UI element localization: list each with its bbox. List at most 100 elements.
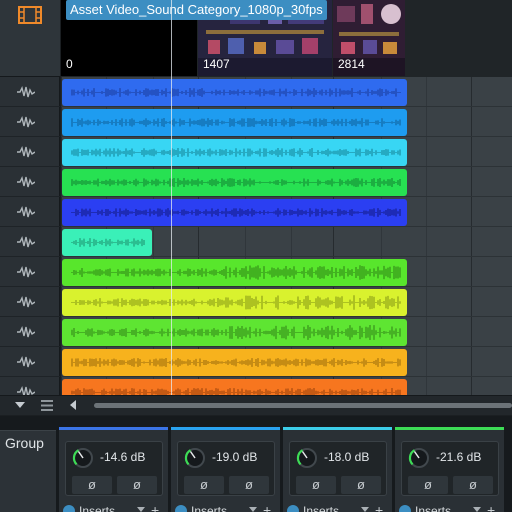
phase-invert-button[interactable]: ø [296, 476, 336, 494]
audio-clip[interactable] [62, 199, 407, 226]
waveform-icon [17, 116, 35, 128]
track-header[interactable] [0, 318, 60, 347]
playhead-cursor[interactable] [171, 0, 172, 395]
mixer-channel-strip: -21.6 dB ø ø Inserts + [395, 427, 504, 512]
power-icon[interactable] [287, 505, 299, 512]
volume-knob-icon[interactable] [408, 447, 430, 469]
volume-panel: -14.6 dB ø ø [65, 441, 163, 496]
channel-color-bar [395, 427, 504, 430]
group-panel[interactable]: Group [0, 430, 56, 512]
volume-value[interactable]: -18.0 dB [324, 450, 369, 464]
waveform-icon [17, 86, 35, 98]
audio-clip[interactable] [62, 139, 407, 166]
phase-invert-button[interactable]: ø [117, 476, 157, 494]
frame-marker: 0 [66, 57, 73, 71]
track-header[interactable] [0, 198, 60, 227]
volume-value[interactable]: -21.6 dB [436, 450, 481, 464]
video-clip[interactable]: 0 1407 2814 Asset Video_Sound Category_1… [61, 0, 512, 77]
list-icon[interactable] [41, 400, 53, 411]
volume-knob-icon[interactable] [72, 447, 94, 469]
waveform-icon [17, 326, 35, 338]
channel-color-bar [59, 427, 168, 430]
video-clip-title: Asset Video_Sound Category_1080p_30fps [66, 0, 327, 20]
film-icon [18, 6, 42, 24]
power-icon[interactable] [399, 505, 411, 512]
audio-clip[interactable] [62, 259, 407, 286]
chevron-down-icon[interactable] [361, 507, 369, 512]
volume-panel: -19.0 dB ø ø [177, 441, 275, 496]
clip-waveform [71, 325, 401, 340]
volume-value[interactable]: -14.6 dB [100, 450, 145, 464]
track-header-column [0, 0, 60, 407]
volume-panel: -18.0 dB ø ø [289, 441, 387, 496]
clip-waveform [71, 178, 401, 187]
track-header[interactable] [0, 288, 60, 317]
inserts-row[interactable]: Inserts + [395, 502, 504, 512]
timeline-scrollbar-row [0, 395, 512, 415]
frame-marker: 1407 [203, 57, 230, 71]
arrangement-timeline[interactable]: 0 1407 2814 Asset Video_Sound Category_1… [61, 0, 512, 395]
phase-invert-button[interactable]: ø [408, 476, 448, 494]
phase-invert-button[interactable]: ø [72, 476, 112, 494]
audio-clip[interactable] [62, 319, 407, 346]
clip-waveform [71, 148, 401, 157]
power-icon[interactable] [63, 505, 75, 512]
add-insert-button[interactable]: + [487, 502, 495, 512]
phase-invert-button[interactable]: ø [341, 476, 381, 494]
add-insert-button[interactable]: + [151, 502, 159, 512]
chevron-down-icon[interactable] [137, 507, 145, 512]
inserts-label: Inserts [191, 504, 228, 512]
channel-color-bar [171, 427, 280, 430]
clip-waveform [71, 358, 401, 367]
track-header[interactable] [0, 258, 60, 287]
audio-clip[interactable] [62, 229, 152, 256]
inserts-row[interactable]: Inserts + [59, 502, 168, 512]
video-track-header[interactable] [0, 0, 60, 77]
phase-invert-button[interactable]: ø [453, 476, 493, 494]
phase-invert-button[interactable]: ø [184, 476, 224, 494]
scroll-left-icon[interactable] [70, 400, 76, 410]
clip-waveform [71, 88, 401, 97]
track-header[interactable] [0, 348, 60, 377]
chevron-down-icon[interactable] [473, 507, 481, 512]
clip-waveform [71, 238, 145, 247]
inserts-label: Inserts [415, 504, 452, 512]
track-header[interactable] [0, 78, 60, 107]
inserts-row[interactable]: Inserts + [171, 502, 280, 512]
phase-invert-button[interactable]: ø [229, 476, 269, 494]
chevron-down-icon[interactable] [249, 507, 257, 512]
volume-value[interactable]: -19.0 dB [212, 450, 257, 464]
audio-clip[interactable] [62, 289, 407, 316]
add-insert-button[interactable]: + [375, 502, 383, 512]
clip-waveform [71, 118, 401, 127]
mixer-channel-strip: -19.0 dB ø ø Inserts + [171, 427, 280, 512]
inserts-label: Inserts [303, 504, 340, 512]
chevron-down-icon[interactable] [15, 402, 25, 408]
inserts-row[interactable]: Inserts + [283, 502, 392, 512]
audio-clip[interactable] [62, 349, 407, 376]
channel-color-bar [283, 427, 392, 430]
power-icon[interactable] [175, 505, 187, 512]
studio-window: 0 1407 2814 Asset Video_Sound Category_1… [0, 0, 512, 512]
track-header[interactable] [0, 108, 60, 137]
clip-waveform [71, 265, 401, 280]
track-header[interactable] [0, 138, 60, 167]
horizontal-scroll-thumb[interactable] [94, 403, 512, 408]
mixer-channel-strip: -14.6 dB ø ø Inserts + [59, 427, 168, 512]
waveform-icon [17, 296, 35, 308]
track-header[interactable] [0, 168, 60, 197]
mixer-channel-strip: -18.0 dB ø ø Inserts + [283, 427, 392, 512]
clip-waveform [71, 388, 401, 395]
audio-clip[interactable] [62, 379, 407, 395]
track-header[interactable] [0, 228, 60, 257]
volume-panel: -21.6 dB ø ø [401, 441, 499, 496]
video-thumbnail: 2814 [333, 0, 405, 76]
audio-clip[interactable] [62, 169, 407, 196]
volume-knob-icon[interactable] [296, 447, 318, 469]
mixer-panel: Group -14.6 dB ø ø Inserts + -19.0 dB ø … [0, 416, 512, 512]
add-insert-button[interactable]: + [263, 502, 271, 512]
audio-clip[interactable] [62, 79, 407, 106]
audio-clip[interactable] [62, 109, 407, 136]
clip-waveform [71, 208, 401, 217]
volume-knob-icon[interactable] [184, 447, 206, 469]
